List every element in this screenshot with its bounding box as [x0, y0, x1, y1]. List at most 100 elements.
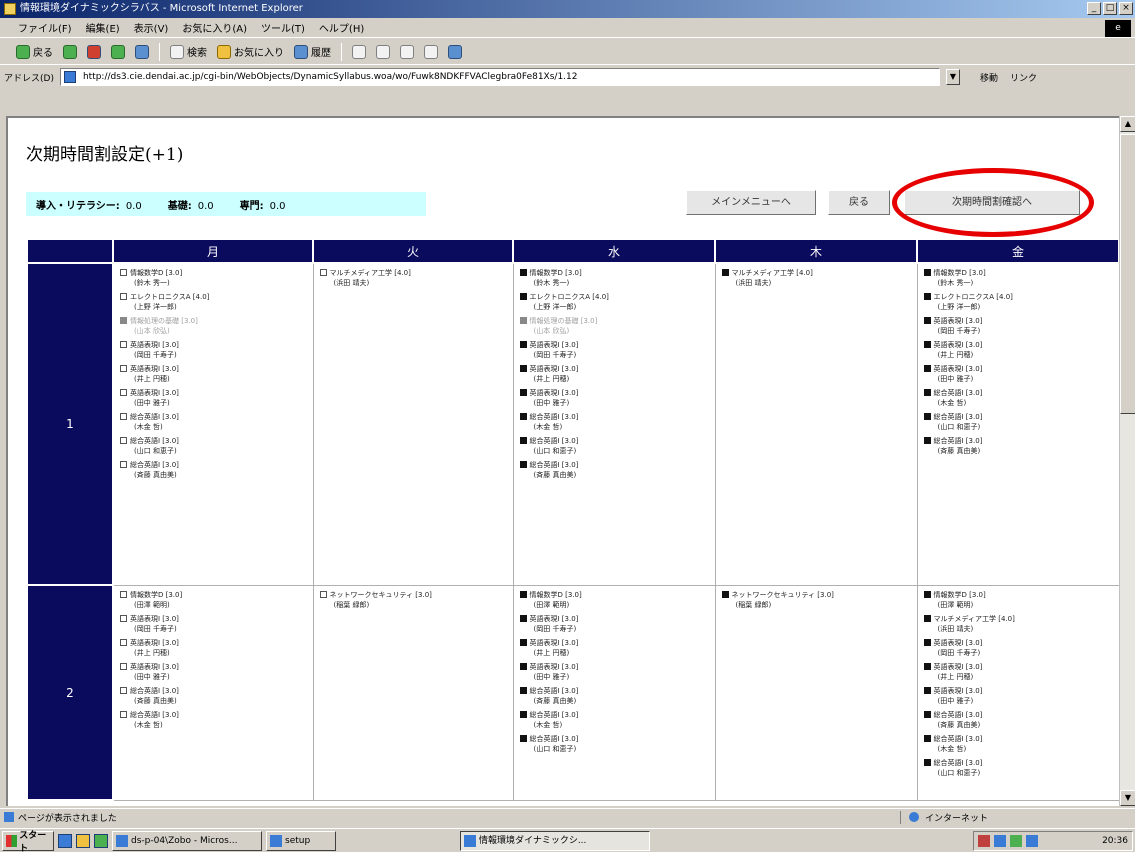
- mail-button[interactable]: [352, 44, 366, 59]
- course-entry: ネットワークセキュリティ [3.0] (稲葉 緑郎): [721, 590, 913, 610]
- course-checkbox[interactable]: [120, 662, 127, 670]
- course-checkbox[interactable]: [319, 590, 327, 598]
- address-input[interactable]: http://ds3.cie.dendai.ac.jp/cgi-bin/WebO…: [59, 68, 940, 86]
- edit-button[interactable]: [400, 44, 414, 59]
- course-checkbox[interactable]: [120, 389, 127, 396]
- forward-button[interactable]: [63, 44, 77, 59]
- quicklaunch-ie-icon[interactable]: [58, 833, 72, 848]
- course-checkbox[interactable]: [120, 413, 127, 420]
- course-checkbox[interactable]: [120, 461, 127, 468]
- back-button[interactable]: 戻る: [16, 44, 53, 59]
- timetable-cell: マルチメディア工学 [4.0] (浜田 靖夫): [714, 262, 918, 586]
- course-entry[interactable]: 英語表現I [3.0] (岡田 千寿子): [120, 614, 309, 634]
- course-name: 総合英語I [3.0]: [529, 461, 579, 469]
- course-entry[interactable]: 英語表現I [3.0] (岡田 千寿子): [120, 340, 309, 360]
- course-entry: 英語表現I [3.0] (井上 円穂): [519, 638, 711, 658]
- course-entry[interactable]: 総合英語I [3.0] (斉藤 真由美): [120, 686, 309, 706]
- course-checkbox[interactable]: [120, 710, 127, 718]
- menu-file[interactable]: ファイル(F): [18, 20, 72, 35]
- stop-icon: [87, 44, 101, 59]
- menu-tools[interactable]: ツール(T): [261, 20, 305, 35]
- menu-edit[interactable]: 編集(E): [86, 20, 120, 35]
- close-button[interactable]: ×: [1119, 2, 1133, 15]
- selected-square-icon: [923, 686, 931, 694]
- selected-square-icon: [923, 389, 931, 396]
- course-name: ネットワークセキュリティ [3.0]: [731, 590, 834, 599]
- course-checkbox[interactable]: [319, 269, 327, 276]
- course-teacher: (岡田 千寿子): [134, 624, 177, 633]
- history-button[interactable]: 履歴: [294, 44, 331, 59]
- course-entry[interactable]: マルチメディア工学 [4.0] (浜田 靖夫): [319, 268, 509, 288]
- menu-help[interactable]: ヘルプ(H): [319, 20, 364, 35]
- vertical-scrollbar[interactable]: ▲ ▼: [1119, 116, 1135, 806]
- course-checkbox[interactable]: [120, 590, 127, 598]
- course-text: 情報数学D [3.0] (田澤 範明): [934, 590, 986, 610]
- windows-taskbar: スタート ds-p-04\Zobo - Micros... setup 情報環境…: [0, 828, 1135, 852]
- course-entry[interactable]: 英語表現I [3.0] (井上 円穂): [120, 638, 309, 658]
- taskbar-task-setup[interactable]: setup: [266, 830, 336, 851]
- course-entry[interactable]: エレクトロニクスA [4.0] (上野 洋一郎): [120, 292, 309, 312]
- tray-app-icon[interactable]: [1010, 835, 1022, 847]
- course-entry: 英語表現I [3.0] (岡田 千寿子): [923, 638, 1115, 658]
- course-entry[interactable]: 英語表現I [3.0] (井上 円穂): [120, 364, 309, 384]
- course-text: 英語表現I [3.0] (岡田 千寿子): [530, 614, 579, 634]
- course-checkbox[interactable]: [120, 341, 127, 348]
- course-entry[interactable]: 総合英語I [3.0] (木金 哲): [120, 412, 309, 432]
- back-page-button[interactable]: 戻る: [828, 190, 890, 215]
- taskbar-task-ie[interactable]: 情報環境ダイナミックシ...: [460, 830, 650, 851]
- home-button[interactable]: [135, 44, 149, 59]
- start-button[interactable]: スタート: [2, 830, 54, 852]
- course-text: 英語表現I [3.0] (井上 円穂): [934, 662, 983, 682]
- course-checkbox[interactable]: [120, 293, 127, 300]
- taskbar-task-explorer[interactable]: ds-p-04\Zobo - Micros...: [112, 830, 262, 851]
- course-checkbox[interactable]: [120, 365, 127, 372]
- course-entry: 総合英語I [3.0] (山口 和恵子): [923, 412, 1115, 432]
- quicklaunch-media-icon[interactable]: [94, 833, 108, 848]
- course-text: 情報数学D [3.0] (田澤 範明): [130, 590, 182, 610]
- course-teacher: (田中 雅子): [134, 399, 170, 407]
- course-entry[interactable]: 英語表現I [3.0] (田中 雅子): [120, 388, 309, 408]
- scroll-up-button[interactable]: ▲: [1120, 116, 1135, 132]
- address-dropdown-button[interactable]: ▼: [945, 69, 960, 85]
- refresh-button[interactable]: [111, 44, 125, 59]
- main-menu-button[interactable]: メインメニューへ: [686, 190, 816, 215]
- course-checkbox[interactable]: [120, 614, 127, 622]
- scroll-thumb[interactable]: [1120, 134, 1135, 414]
- course-entry[interactable]: 英語表現I [3.0] (田中 雅子): [120, 662, 309, 682]
- minimize-button[interactable]: _: [1087, 2, 1101, 15]
- major-credits-value: 0.0: [269, 200, 286, 212]
- course-entry[interactable]: 総合英語I [3.0] (斉藤 真由美): [120, 460, 309, 480]
- favorites-label: お気に入り: [234, 48, 284, 59]
- course-checkbox[interactable]: [120, 269, 127, 276]
- menu-view[interactable]: 表示(V): [134, 20, 169, 35]
- next-timetable-confirm-button[interactable]: 次期時間割確認へ: [904, 190, 1080, 215]
- menu-favorites[interactable]: お気に入り(A): [182, 20, 247, 35]
- print-button[interactable]: [376, 44, 390, 59]
- page-viewport: 次期時間割設定(+1) 導入・リテラシー: 0.0 基礎: 0.0 専門: 0.0 メ…: [6, 116, 1119, 806]
- course-entry[interactable]: 総合英語I [3.0] (山口 和恵子): [120, 436, 309, 456]
- scroll-down-button[interactable]: ▼: [1120, 790, 1135, 806]
- course-checkbox[interactable]: [120, 638, 127, 646]
- selected-square-icon: [923, 365, 931, 372]
- go-button[interactable]: 移動: [966, 71, 998, 84]
- messenger-button[interactable]: [448, 44, 462, 59]
- course-checkbox[interactable]: [120, 686, 127, 694]
- course-checkbox[interactable]: [120, 437, 127, 444]
- links-button[interactable]: リンク: [1004, 71, 1037, 84]
- tray-network-icon[interactable]: [994, 835, 1006, 847]
- maximize-button[interactable]: □: [1103, 2, 1117, 15]
- search-button[interactable]: 検索: [170, 44, 207, 59]
- course-entry[interactable]: 情報数学D [3.0] (田澤 範明): [120, 590, 309, 610]
- page-done-icon: [4, 812, 14, 822]
- course-text: 総合英語I [3.0] (斉藤 真由美): [530, 460, 579, 480]
- course-teacher: (田澤 範明): [533, 600, 570, 609]
- tray-volume-icon[interactable]: [1026, 835, 1038, 847]
- course-entry[interactable]: ネットワークセキュリティ [3.0] (稲葉 緑郎): [319, 590, 509, 610]
- course-entry[interactable]: 総合英語I [3.0] (木金 哲): [120, 710, 309, 730]
- tray-ime-icon[interactable]: [978, 835, 990, 847]
- stop-button[interactable]: [87, 44, 101, 59]
- favorites-button[interactable]: お気に入り: [217, 44, 284, 59]
- quicklaunch-desktop-icon[interactable]: [76, 833, 90, 848]
- course-entry[interactable]: 情報数学D [3.0] (鈴木 秀一): [120, 268, 309, 288]
- discuss-button[interactable]: [424, 44, 438, 59]
